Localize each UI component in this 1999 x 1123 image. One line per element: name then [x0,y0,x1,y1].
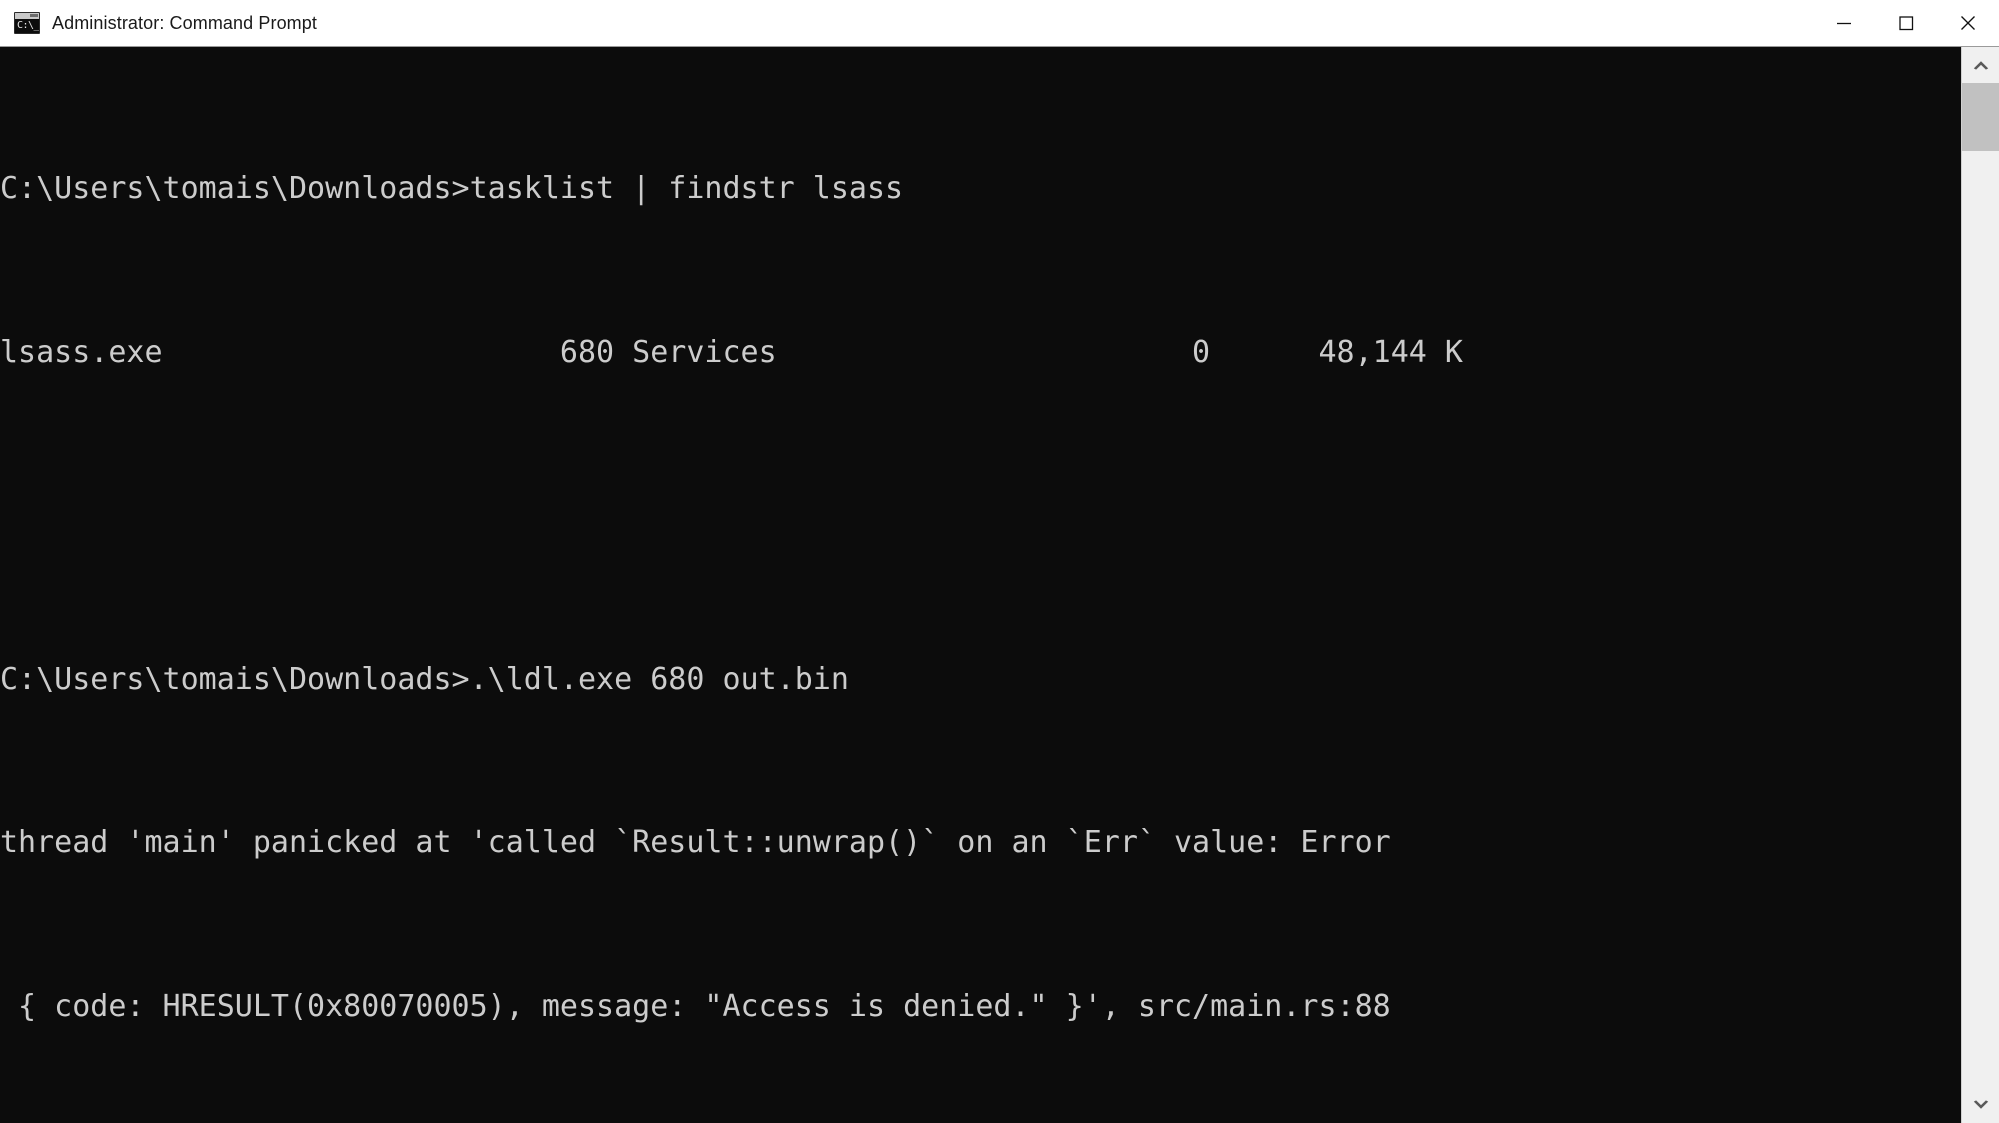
scrollbar-track[interactable] [1962,83,1999,1087]
title-bar-left: C:\_ Administrator: Command Prompt [0,0,1813,46]
scrollbar-thumb[interactable] [1962,83,1999,151]
chevron-up-icon [1973,61,1988,70]
console-area[interactable]: C:\Users\tomais\Downloads>tasklist | fin… [0,47,1999,1123]
scrollbar-down-button[interactable] [1962,1087,1999,1123]
command-prompt-window: C:\_ Administrator: Command Prompt C:\Us… [0,0,1999,1123]
chevron-down-icon [1973,1100,1988,1109]
console-line: lsass.exe 680 Services 0 48,144 K [0,334,1463,370]
console-line: thread 'main' panicked at 'called `Resul… [0,825,1391,860]
title-bar[interactable]: C:\_ Administrator: Command Prompt [0,0,1999,47]
console-line: C:\Users\tomais\Downloads>.\ldl.exe 680 … [0,661,849,697]
cmd-icon-titlebar-strip [15,13,39,19]
console-line: { code: HRESULT(0x80070005), message: "A… [0,988,1391,1024]
close-icon [1961,16,1975,30]
close-button[interactable] [1937,0,1999,46]
window-title: Administrator: Command Prompt [52,12,317,33]
window-controls [1813,0,1999,46]
maximize-icon [1899,16,1914,31]
cmd-console-icon: C:\_ [14,12,40,34]
scrollbar-up-button[interactable] [1962,47,1999,83]
console-line: C:\Users\tomais\Downloads>tasklist | fin… [0,171,904,206]
cmd-icon-prompt-text: C:\_ [17,20,40,31]
minimize-button[interactable] [1813,0,1875,46]
minimize-icon [1837,22,1851,25]
vertical-scrollbar[interactable] [1961,47,1999,1123]
console-output[interactable]: C:\Users\tomais\Downloads>tasklist | fin… [0,47,1961,1123]
maximize-button[interactable] [1875,0,1937,46]
